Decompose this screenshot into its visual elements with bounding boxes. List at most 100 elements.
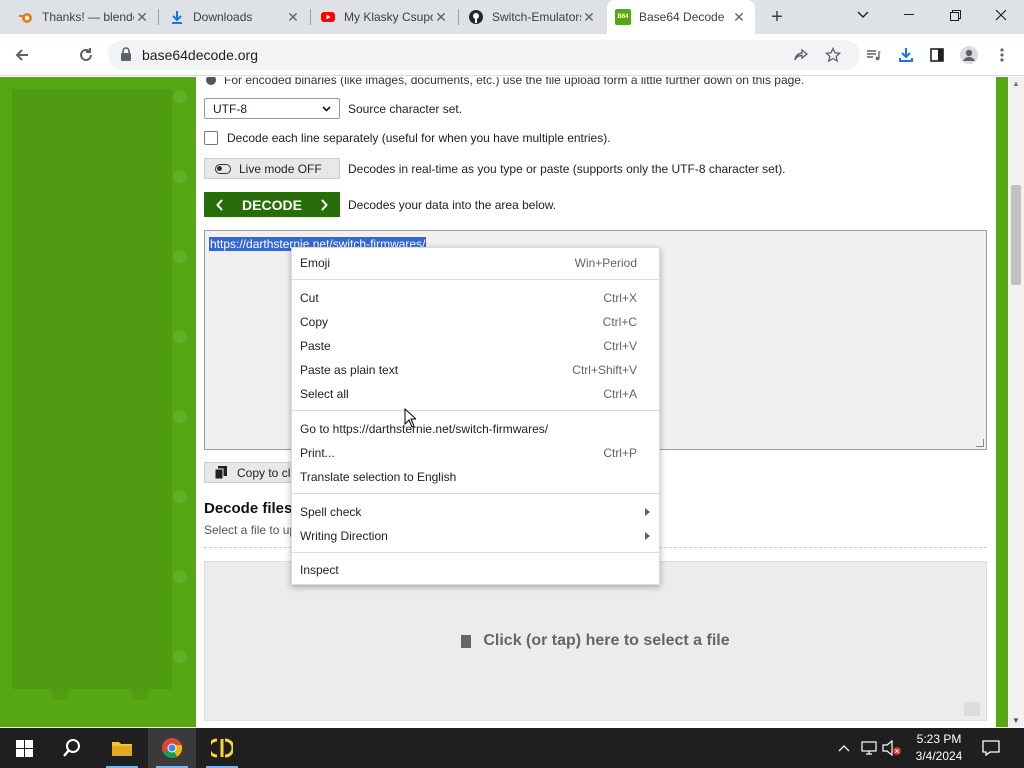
live-mode-row: Live mode OFF Decodes in real-time as yo… xyxy=(204,158,786,179)
windows-logo-icon xyxy=(15,739,33,757)
volume-muted-icon[interactable] xyxy=(882,740,902,756)
menu-item-print[interactable]: Print... Ctrl+P xyxy=(292,441,659,465)
media-controls-button[interactable] xyxy=(860,42,886,68)
start-button[interactable] xyxy=(0,728,48,768)
notification-icon xyxy=(982,740,1000,756)
address-bar[interactable]: base64decode.org xyxy=(108,40,860,70)
b64-icon-text: B64 xyxy=(617,14,629,20)
menu-item-label: Paste xyxy=(300,339,331,353)
close-window-button[interactable] xyxy=(978,0,1024,30)
bookmark-star-icon[interactable] xyxy=(820,42,846,68)
minimize-button[interactable] xyxy=(886,0,932,30)
menu-item-shortcut: Ctrl+A xyxy=(603,387,637,401)
back-button[interactable] xyxy=(9,42,35,68)
restore-button[interactable] xyxy=(932,0,978,30)
system-tray xyxy=(838,728,902,768)
menu-item-writing-direction[interactable]: Writing Direction xyxy=(292,524,659,548)
menu-item-select-all[interactable]: Select all Ctrl+A xyxy=(292,382,659,406)
charset-select[interactable]: UTF-8 xyxy=(204,98,340,119)
tab-blender[interactable]: Thanks! — blender ✕ xyxy=(10,0,158,34)
dropzone-corner-icon xyxy=(964,702,980,716)
kebab-menu-icon xyxy=(1000,48,1004,62)
resize-grip-icon[interactable] xyxy=(976,439,984,447)
copy-icon xyxy=(215,466,227,479)
menu-item-label: Copy xyxy=(300,315,329,329)
tab-youtube[interactable]: My Klasky Csupo ✕ xyxy=(312,0,457,34)
network-icon[interactable] xyxy=(860,741,878,755)
scrollbar-thumb[interactable] xyxy=(1011,185,1021,285)
menu-item-label: Inspect xyxy=(300,563,339,577)
live-mode-button[interactable]: Live mode OFF xyxy=(204,158,340,179)
menu-item-label: Cut xyxy=(300,291,319,305)
menu-item-paste-plain[interactable]: Paste as plain text Ctrl+Shift+V xyxy=(292,358,659,382)
media-playlist-icon xyxy=(867,50,881,61)
tab-title: Downloads xyxy=(193,10,253,24)
search-button[interactable] xyxy=(48,728,96,768)
menu-item-shortcut: Ctrl+V xyxy=(603,339,637,353)
decode-label: DECODE xyxy=(242,196,302,213)
b64-icon: B64 xyxy=(615,9,631,25)
downloads-button[interactable] xyxy=(893,42,919,68)
menu-item-shortcut: Ctrl+X xyxy=(603,291,637,305)
submenu-arrow-icon xyxy=(645,508,650,516)
menu-item-spell-check[interactable]: Spell check xyxy=(292,500,659,524)
menu-item-label: Spell check xyxy=(300,505,362,519)
reload-icon xyxy=(80,48,92,61)
decode-button[interactable]: DECODE xyxy=(204,192,340,217)
menu-item-cut[interactable]: Cut Ctrl+X xyxy=(292,286,659,310)
minimize-icon xyxy=(904,14,914,15)
tab-github[interactable]: Switch-Emulators ✕ xyxy=(460,0,605,34)
menu-item-shortcut: Ctrl+C xyxy=(602,315,637,329)
taskbar-clock[interactable]: 5:23 PM 3/4/2024 xyxy=(900,731,978,765)
line-option-row: Decode each line separately (useful for … xyxy=(204,131,611,145)
scroll-up-icon[interactable]: ▲ xyxy=(1012,79,1020,88)
youtube-icon xyxy=(320,9,336,25)
info-icon xyxy=(206,77,216,85)
menu-item-label: Paste as plain text xyxy=(300,363,399,377)
menu-item-go-to-url[interactable]: Go to https://darthsternie.net/switch-fi… xyxy=(292,417,659,441)
menu-item-inspect[interactable]: Inspect xyxy=(292,558,659,582)
file-explorer-button[interactable] xyxy=(98,728,146,768)
restore-icon xyxy=(949,9,961,21)
menu-item-label: Print... xyxy=(300,446,335,460)
submenu-arrow-icon xyxy=(645,532,650,540)
close-icon[interactable]: ✕ xyxy=(134,9,150,25)
decode-each-line-checkbox[interactable] xyxy=(204,131,218,145)
menu-item-label: Select all xyxy=(300,387,349,401)
close-icon[interactable]: ✕ xyxy=(581,9,597,25)
side-panel-button[interactable] xyxy=(924,42,950,68)
page-scrollbar[interactable]: ▲ ▼ xyxy=(1008,77,1024,727)
menu-item-copy[interactable]: Copy Ctrl+C xyxy=(292,310,659,334)
chrome-taskbar-button[interactable] xyxy=(148,728,196,768)
close-icon[interactable]: ✕ xyxy=(285,9,301,25)
close-icon[interactable]: ✕ xyxy=(731,9,747,25)
live-mode-label: Live mode OFF xyxy=(239,161,322,176)
profile-button[interactable] xyxy=(956,42,982,68)
menu-item-label: Go to https://darthsternie.net/switch-fi… xyxy=(300,422,549,436)
menu-item-emoji[interactable]: Emoji Win+Period xyxy=(292,251,659,275)
new-tab-button[interactable]: + xyxy=(766,6,788,28)
clock-date: 3/4/2024 xyxy=(915,749,963,763)
charset-row: UTF-8 Source character set. xyxy=(204,98,462,119)
browser-toolbar: base64decode.org xyxy=(0,34,1024,76)
menu-button[interactable] xyxy=(989,42,1015,68)
tab-base64-decode[interactable]: B64 Base64 Decode ✕ xyxy=(607,0,755,34)
menu-item-paste[interactable]: Paste Ctrl+V xyxy=(292,334,659,358)
close-icon xyxy=(995,9,1007,21)
menu-item-label: Emoji xyxy=(300,256,331,270)
tab-downloads[interactable]: Downloads ✕ xyxy=(161,0,309,34)
tab-title: Switch-Emulators xyxy=(492,10,581,24)
menu-item-translate[interactable]: Translate selection to English xyxy=(292,465,659,489)
reload-button[interactable] xyxy=(73,42,99,68)
tab-divider xyxy=(458,9,459,25)
app-taskbar-button[interactable] xyxy=(198,728,246,768)
clock-time: 5:23 PM xyxy=(916,732,962,746)
scroll-down-icon[interactable]: ▼ xyxy=(1012,716,1020,725)
tab-title: My Klasky Csupo xyxy=(344,10,433,24)
action-center-button[interactable] xyxy=(968,728,1014,768)
tab-search-button[interactable] xyxy=(840,0,886,30)
file-dropzone[interactable]: Click (or tap) here to select a file xyxy=(204,561,987,721)
close-icon[interactable]: ✕ xyxy=(433,9,449,25)
share-icon[interactable] xyxy=(788,42,814,68)
chevron-up-icon[interactable] xyxy=(838,744,850,752)
